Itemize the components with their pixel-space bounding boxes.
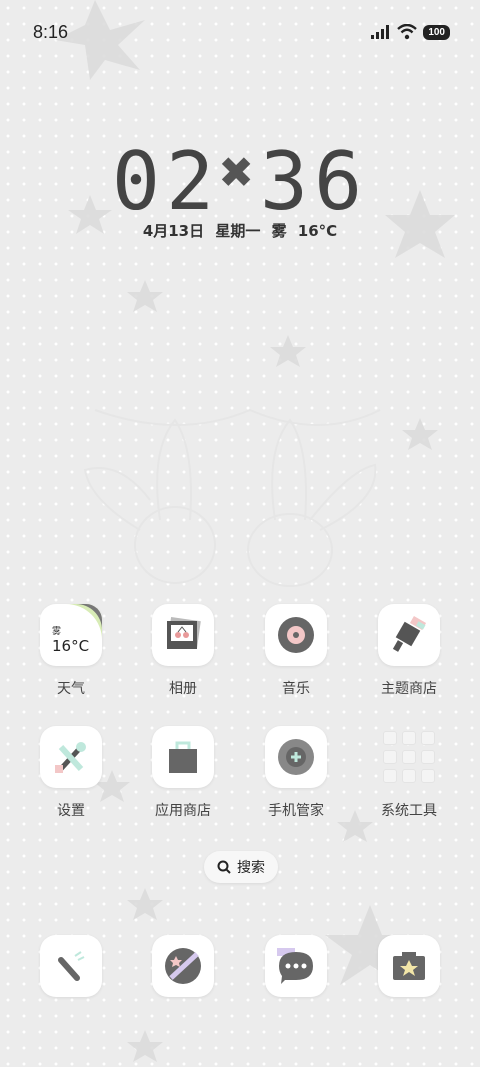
camera-icon <box>378 935 440 997</box>
app-label: 主题商店 <box>381 681 437 697</box>
app-theme-store[interactable]: 主题商店 <box>354 604 464 698</box>
search-label: 搜索 <box>237 860 265 876</box>
date-weather-line: 4月13日 星期一 雾 16°C <box>142 222 338 240</box>
clock-widget[interactable]: 02✖36 <box>0 135 480 228</box>
app-label: 设置 <box>57 803 85 819</box>
folder-system-tools[interactable]: 系统工具 <box>354 726 464 820</box>
wifi-icon <box>397 24 418 40</box>
music-icon <box>265 604 327 666</box>
app-store-icon <box>152 726 214 788</box>
dock-phone[interactable] <box>16 935 126 997</box>
battery-indicator: 100 <box>423 24 450 40</box>
system-tools-folder-icon <box>378 726 440 788</box>
app-app-store[interactable]: 应用商店 <box>128 726 238 820</box>
weather-icon: 雾 16°C <box>40 604 102 666</box>
search-icon <box>217 860 231 874</box>
gallery-icon <box>152 604 214 666</box>
theme-store-icon <box>378 604 440 666</box>
app-gallery[interactable]: 相册 <box>128 604 238 698</box>
phone-manager-icon <box>265 726 327 788</box>
browser-icon <box>152 935 214 997</box>
app-label: 手机管家 <box>268 803 324 819</box>
messages-icon <box>265 935 327 997</box>
clock-hours: 02 <box>111 135 221 228</box>
dock-camera[interactable] <box>354 935 464 997</box>
app-phone-manager[interactable]: 手机管家 <box>241 726 351 820</box>
app-label: 应用商店 <box>155 803 211 819</box>
status-bar: 8:16 100 <box>0 0 480 60</box>
app-music[interactable]: 音乐 <box>241 604 351 698</box>
app-label: 天气 <box>57 681 85 697</box>
clock-minutes: 36 <box>259 135 369 228</box>
weather-condition: 雾 <box>52 627 62 637</box>
phone-icon <box>40 935 102 997</box>
dock-messages[interactable] <box>241 935 351 997</box>
search-button[interactable]: 搜索 <box>204 851 278 883</box>
app-weather[interactable]: 雾 16°C 天气 <box>16 604 126 698</box>
clock-separator: ✖ <box>220 140 260 205</box>
app-label: 相册 <box>169 681 197 697</box>
folder-label: 系统工具 <box>381 803 437 819</box>
status-time: 8:16 <box>33 22 69 42</box>
weather-temp: 16°C <box>52 637 90 655</box>
app-label: 音乐 <box>282 681 310 697</box>
status-icons: 100 <box>371 24 450 40</box>
app-settings[interactable]: 设置 <box>16 726 126 820</box>
dock-browser[interactable] <box>128 935 238 997</box>
signal-icon <box>371 25 390 39</box>
settings-icon <box>40 726 102 788</box>
